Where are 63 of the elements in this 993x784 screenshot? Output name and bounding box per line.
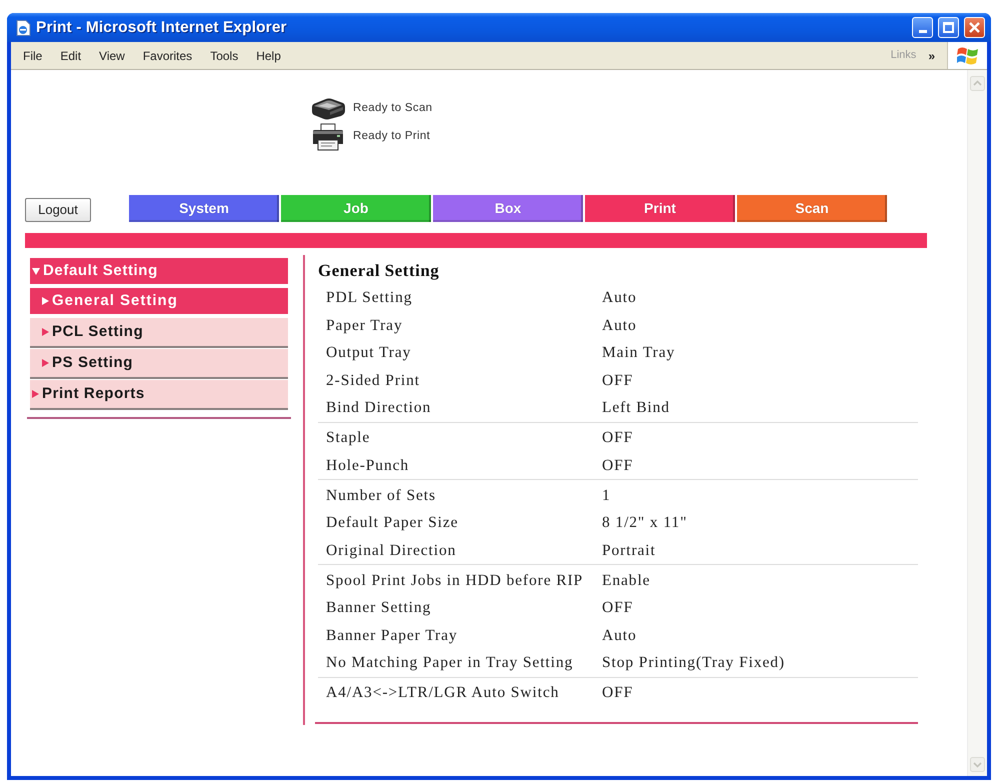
- maximize-button[interactable]: [938, 17, 959, 38]
- setting-value: Auto: [602, 288, 637, 308]
- sidebar-item[interactable]: Default Setting: [30, 258, 288, 284]
- setting-label: Number of Sets: [325, 486, 437, 506]
- menu-item[interactable]: Help: [254, 46, 283, 66]
- maximize-icon: [943, 22, 954, 33]
- window-title: Print - Microsoft Internet Explorer: [36, 18, 288, 38]
- setting-value: Stop Printing(Tray Fixed): [602, 653, 785, 674]
- sidebar-item[interactable]: Print Reports: [30, 380, 288, 410]
- caret-right-icon: [42, 328, 49, 336]
- minimize-button[interactable]: [912, 17, 933, 38]
- menu-item[interactable]: Favorites: [140, 46, 194, 66]
- setting-value: 8 1/2" x 11": [602, 513, 688, 534]
- setting-label: No Matching Paper in Tray Setting: [325, 653, 574, 674]
- setting-label: Spool Print Jobs in HDD before RIP: [325, 570, 584, 591]
- nav-tab[interactable]: Box: [433, 195, 583, 222]
- menu-item[interactable]: Tools: [208, 46, 240, 66]
- close-icon: [969, 22, 980, 33]
- setting-label: Staple: [325, 428, 372, 448]
- setting-label: Output Tray: [325, 343, 412, 364]
- menu-item[interactable]: View: [97, 46, 127, 66]
- sidebar-item[interactable]: PCL Setting: [30, 318, 288, 348]
- setting-value: OFF: [602, 428, 634, 448]
- status-text: Ready to Scan: [353, 101, 432, 116]
- setting-label: Banner Setting: [325, 598, 432, 618]
- minimize-icon: [918, 30, 926, 33]
- setting-value: Auto: [602, 626, 637, 646]
- setting-value: OFF: [602, 598, 634, 618]
- setting-value: Main Tray: [602, 343, 676, 364]
- setting-label: Bind Direction: [325, 398, 432, 418]
- sidebar-item[interactable]: General Setting: [30, 288, 288, 314]
- setting-label: A4/A3<->LTR/LGR Auto Switch: [325, 683, 560, 704]
- setting-label: 2-Sided Print: [325, 370, 421, 391]
- menu-item[interactable]: File: [21, 46, 44, 66]
- flag-logo-icon: [956, 46, 978, 66]
- nav-tab[interactable]: Print: [585, 195, 735, 222]
- logout-button[interactable]: Logout: [25, 198, 91, 222]
- close-button[interactable]: [964, 17, 985, 38]
- menu-item[interactable]: Edit: [58, 46, 84, 66]
- page-icon: [15, 20, 31, 36]
- setting-value: Enable: [602, 570, 650, 591]
- status-text: Ready to Print: [353, 129, 430, 144]
- scanner-icon: [310, 98, 346, 120]
- setting-label: Banner Paper Tray: [325, 626, 459, 646]
- printer-icon: [310, 123, 346, 151]
- setting-value: OFF: [602, 370, 634, 391]
- caret-right-icon: [42, 297, 49, 305]
- setting-label: Hole-Punch: [325, 456, 410, 476]
- caret-right-icon: [42, 359, 49, 367]
- section-title: General Setting: [318, 260, 440, 282]
- setting-label: Original Direction: [325, 540, 458, 561]
- nav-tab[interactable]: System: [129, 195, 279, 222]
- setting-label: PDL Setting: [325, 288, 414, 308]
- setting-value: Left Bind: [602, 398, 670, 418]
- setting-value: 1: [602, 486, 611, 506]
- links-chevron[interactable]: »: [926, 46, 937, 64]
- setting-value: Portrait: [602, 540, 656, 561]
- setting-label: Paper Tray: [325, 316, 404, 336]
- setting-value: Auto: [602, 316, 637, 336]
- setting-value: OFF: [602, 683, 634, 704]
- setting-value: OFF: [602, 456, 634, 476]
- setting-label: Default Paper Size: [325, 513, 460, 534]
- sidebar-item[interactable]: PS Setting: [30, 349, 288, 379]
